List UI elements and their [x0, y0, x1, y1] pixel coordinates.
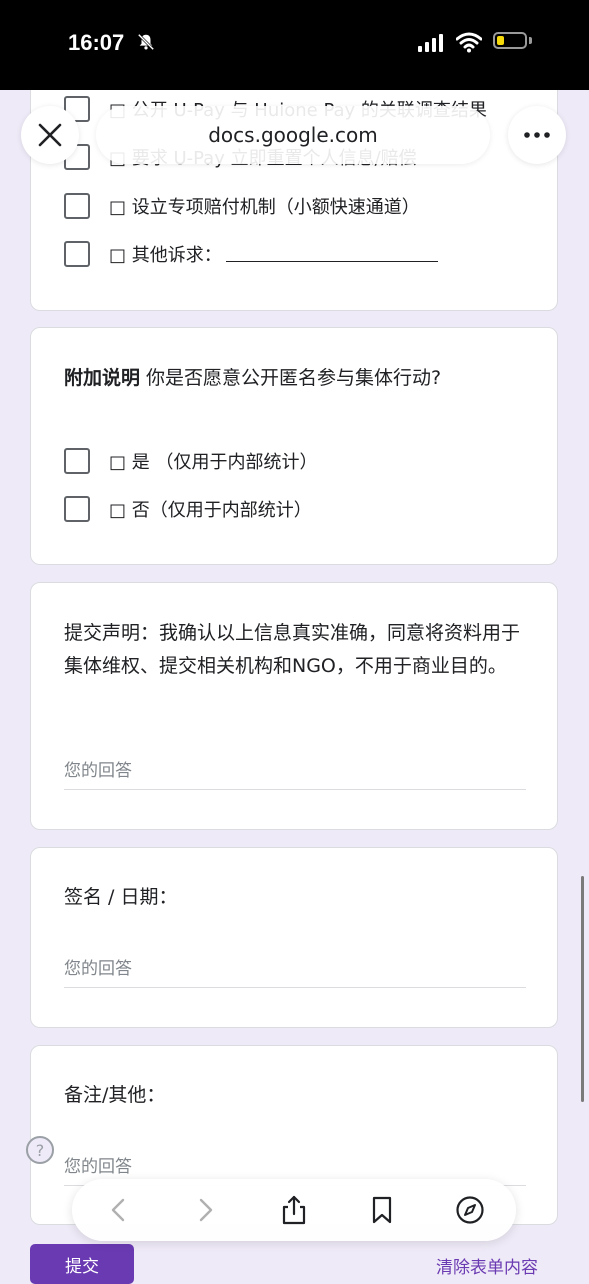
cellular-signal-icon: [418, 34, 443, 52]
browser-toolbar: [72, 1179, 516, 1241]
close-button[interactable]: [21, 106, 79, 164]
checkbox[interactable]: [64, 241, 90, 267]
status-time: 16:07: [68, 30, 125, 55]
question-card-anonymous: 附加说明 你是否愿意公开匿名参与集体行动? □ 是 （仅用于内部统计） □ 否（…: [30, 327, 558, 565]
answer-input[interactable]: 您的回答: [64, 954, 526, 988]
share-icon[interactable]: [279, 1195, 309, 1225]
checkbox[interactable]: [64, 193, 90, 219]
more-options-button[interactable]: [508, 106, 566, 164]
question-title: 提交声明：我确认以上信息真实准确，同意将资料用于集体维权、提交相关机构和NGO，…: [64, 622, 521, 677]
question-title-text: 你是否愿意公开匿名参与集体行动?: [140, 367, 442, 389]
checkbox[interactable]: [64, 448, 90, 474]
more-dots-icon: [524, 132, 550, 138]
forward-chevron-icon[interactable]: [190, 1195, 220, 1225]
checkbox-option[interactable]: □ 设立专项赔付机制（小额快速通道）: [64, 193, 420, 219]
address-bar[interactable]: docs.google.com: [96, 106, 490, 164]
bell-muted-icon: [137, 33, 155, 51]
checkbox-option-no[interactable]: □ 否（仅用于内部统计）: [64, 496, 312, 522]
help-icon[interactable]: ?: [26, 1136, 54, 1164]
question-title: 签名 / 日期：: [64, 886, 178, 908]
checkbox-option-yes[interactable]: □ 是 （仅用于内部统计）: [64, 448, 317, 474]
scrollbar[interactable]: [581, 876, 584, 1102]
form-page: □ 公开 U-Pay 与 Huione Pay 的关联调查结果 □ 要求 U-P…: [0, 0, 589, 1284]
close-icon: [38, 123, 62, 147]
checkbox-option[interactable]: □ 其他诉求：: [64, 241, 438, 267]
option-label: □ 否（仅用于内部统计）: [109, 500, 312, 521]
question-title-bold: 附加说明: [64, 367, 141, 389]
battery-tip: [529, 37, 532, 44]
option-label: □ 是 （仅用于内部统计）: [109, 452, 318, 473]
clear-form-link[interactable]: 清除表单内容: [436, 1253, 538, 1278]
submit-button[interactable]: 提交: [30, 1244, 134, 1284]
question-card-signature: 签名 / 日期： 您的回答: [30, 847, 558, 1028]
question-title: 备注/其他：: [64, 1084, 166, 1106]
option-label: □ 其他诉求：: [109, 245, 222, 266]
status-bar: 16:07: [0, 0, 589, 90]
back-chevron-icon[interactable]: [104, 1195, 134, 1225]
question-title: 附加说明 你是否愿意公开匿名参与集体行动?: [64, 362, 527, 395]
battery-icon: [493, 32, 527, 49]
checkbox[interactable]: [64, 496, 90, 522]
option-label: □ 设立专项赔付机制（小额快速通道）: [109, 197, 420, 218]
wifi-icon: [456, 32, 482, 53]
bookmark-icon[interactable]: [367, 1195, 397, 1225]
fill-in-blank-line: [225, 247, 438, 262]
question-card-declaration: 提交声明：我确认以上信息真实准确，同意将资料用于集体维权、提交相关机构和NGO，…: [30, 582, 558, 830]
answer-input[interactable]: 您的回答: [64, 756, 526, 790]
compass-icon[interactable]: [455, 1195, 485, 1225]
